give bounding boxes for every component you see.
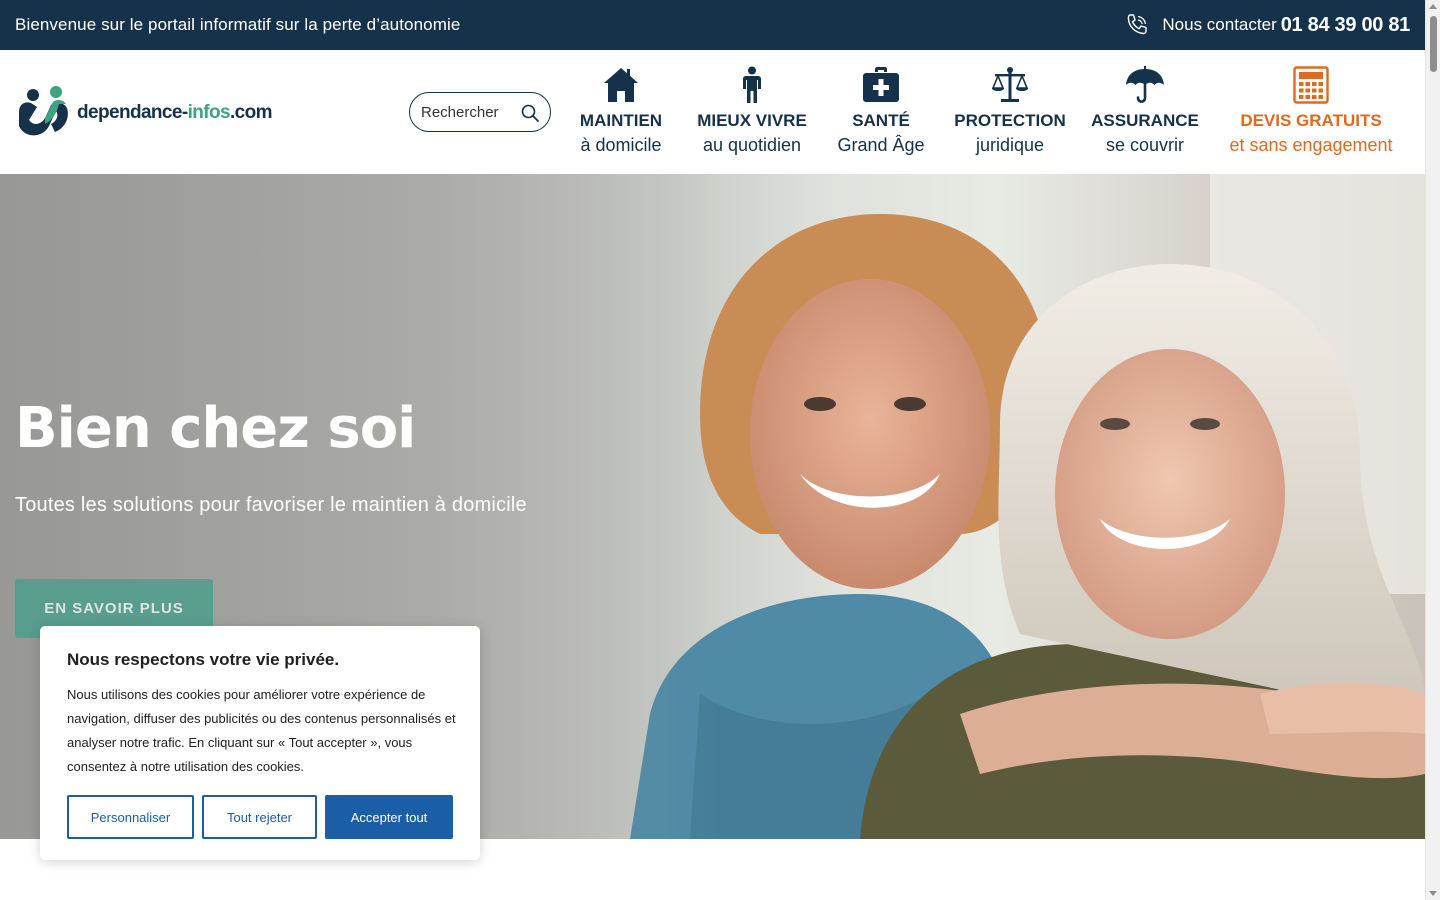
nav-item-assurance[interactable]: ASSURANCE se couvrir	[1091, 64, 1199, 158]
contact-label: Nous contacter	[1162, 15, 1277, 34]
medical-kit-icon	[863, 67, 899, 102]
contact-area[interactable]: Nous contacter 01 84 39 00 81	[1124, 12, 1410, 38]
nav-label-1: MAINTIEN	[579, 111, 663, 130]
nav-label-1: DEVIS GRATUITS	[1240, 111, 1382, 130]
top-bar: Bienvenue sur le portail informatif sur …	[0, 0, 1425, 50]
nav-label-1: SANTÉ	[852, 111, 910, 130]
nav-item-protection[interactable]: PROTECTION juridique	[954, 64, 1066, 158]
calculator-icon	[1293, 66, 1329, 104]
site-header: dependance-infos.com Rechercher MAINTIEN…	[0, 50, 1425, 174]
phone-icon	[1128, 14, 1148, 35]
phone-number[interactable]: 01 84 39 00 81	[1281, 14, 1411, 37]
scrollbar-thumb[interactable]	[1430, 16, 1437, 72]
nav-label-2: Grand Âge	[837, 135, 925, 155]
nav-label-2: juridique	[975, 135, 1045, 155]
nav-label-2: et sans engagement	[1229, 135, 1393, 155]
main-nav: MAINTIEN à domicile MIEUX VIVRE au quoti…	[0, 64, 1425, 164]
nav-item-devis[interactable]: DEVIS GRATUITS et sans engagement	[1228, 64, 1394, 158]
welcome-text: Bienvenue sur le portail informatif sur …	[15, 15, 461, 34]
customize-button[interactable]: Personnaliser	[67, 795, 194, 839]
nav-item-sante[interactable]: SANTÉ Grand Âge	[837, 64, 925, 158]
nav-label-1: ASSURANCE	[1091, 111, 1199, 130]
cookie-title: Nous respectons votre vie privée.	[67, 650, 340, 669]
umbrella-icon	[1126, 66, 1164, 103]
reject-all-button[interactable]: Tout rejeter	[202, 795, 317, 839]
scroll-up-icon[interactable]	[1429, 4, 1437, 9]
nav-label-2: à domicile	[580, 135, 662, 155]
cookie-description: Nous utilisons des cookies pour améliore…	[67, 687, 456, 774]
nav-label-2: se couvrir	[1105, 135, 1185, 155]
nav-item-mieux-vivre[interactable]: MIEUX VIVRE au quotidien	[697, 64, 807, 158]
scroll-down-icon[interactable]	[1429, 891, 1437, 896]
scales-icon	[991, 67, 1029, 102]
nav-label-2: au quotidien	[702, 135, 802, 155]
house-icon	[604, 68, 638, 102]
hero-subtitle: Toutes les solutions pour favoriser le m…	[15, 494, 527, 516]
nav-label-1: MIEUX VIVRE	[697, 111, 807, 130]
accept-all-button[interactable]: Accepter tout	[325, 795, 453, 839]
nav-label-1: PROTECTION	[954, 111, 1066, 130]
cookie-consent-banner: Nous respectons votre vie privée. Nous u…	[40, 626, 480, 860]
person-icon	[743, 66, 761, 103]
page-scrollbar[interactable]	[1425, 0, 1440, 900]
hero-title: Bien chez soi	[15, 396, 416, 461]
nav-item-maintien[interactable]: MAINTIEN à domicile	[578, 64, 664, 158]
